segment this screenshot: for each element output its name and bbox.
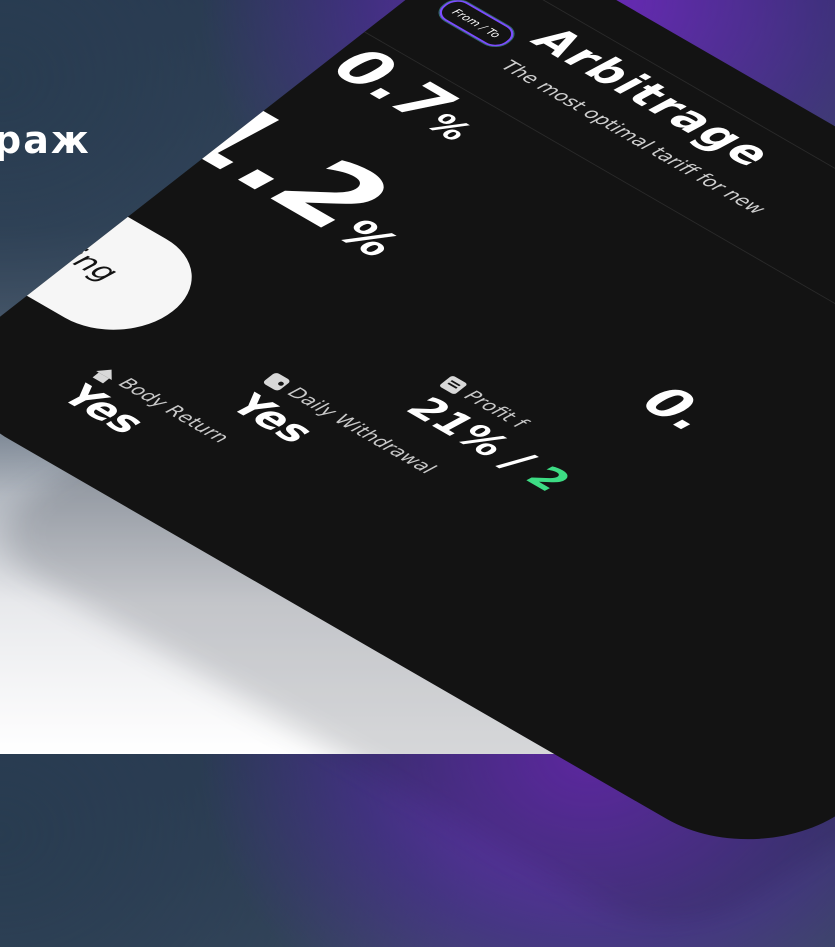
page-heading-fragment: раж [0,118,91,162]
body-return-stat: Body Return Yes [53,361,233,476]
home-icon [96,365,120,381]
wallet-icon [262,371,292,392]
document-icon [438,375,468,395]
right-value-fragment: 0. [629,377,725,442]
from-to-badge: From / To [433,0,521,51]
daily-withdrawal-stat: Daily Withdrawal Yes [222,371,440,508]
profit-stat: Profit f 21% / 2 [399,374,598,500]
rate-from: 0.7% [319,36,494,149]
